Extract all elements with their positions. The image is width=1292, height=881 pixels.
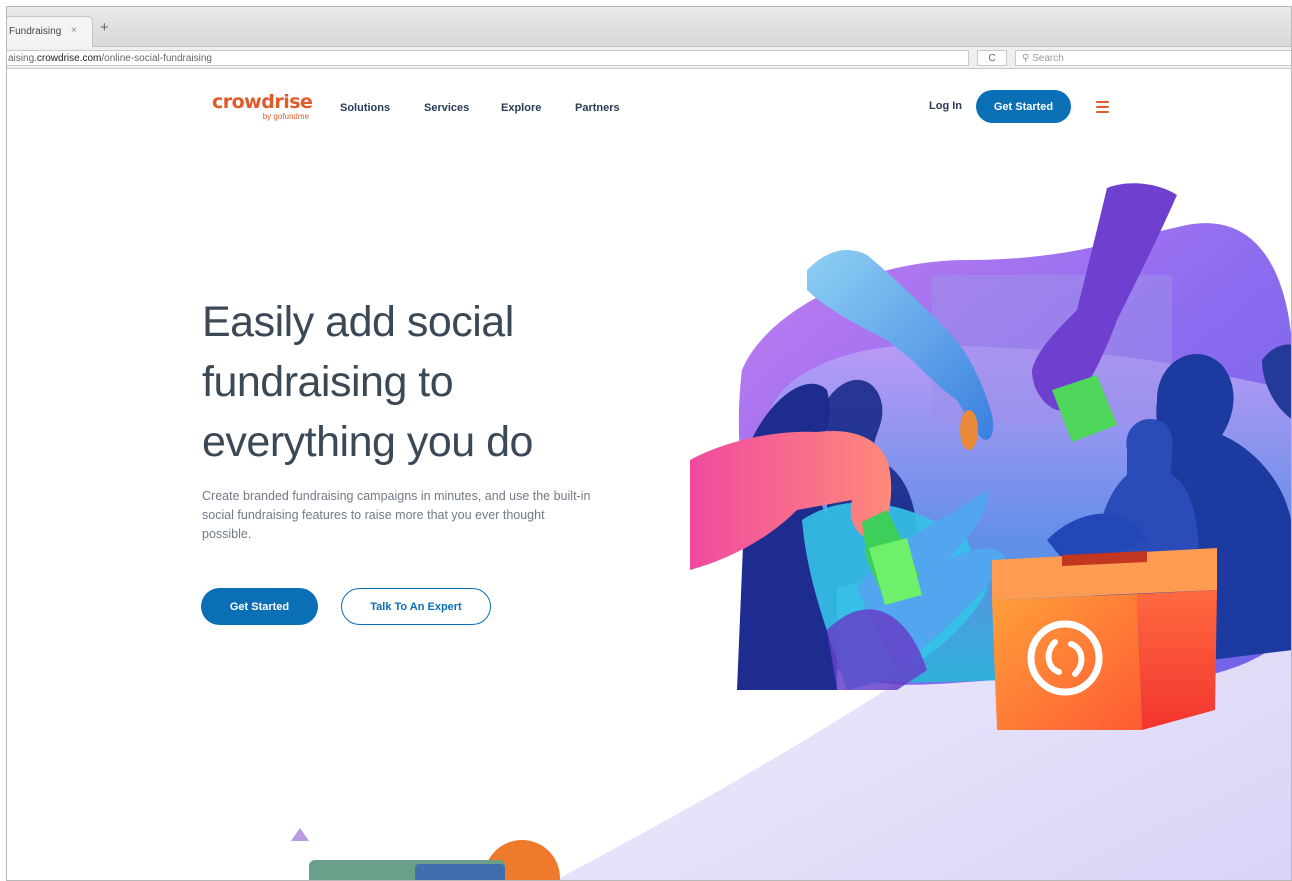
blue-arm bbox=[807, 250, 994, 440]
purple-arm bbox=[1032, 183, 1177, 411]
donation-box-front bbox=[992, 594, 1142, 730]
browser-tab[interactable]: Fundraising × bbox=[7, 16, 93, 47]
brand-logo[interactable]: crowdrise by gofundme bbox=[212, 91, 313, 121]
photo-card bbox=[309, 860, 505, 880]
person-silhouette-left bbox=[737, 383, 837, 690]
decorative-triangle bbox=[291, 828, 309, 841]
person-silhouette-left-2 bbox=[827, 379, 918, 590]
search-placeholder: Search bbox=[1032, 53, 1064, 64]
close-icon[interactable]: × bbox=[71, 25, 77, 36]
url-domain: crowdrise.com bbox=[36, 53, 102, 64]
url-prefix: aising. bbox=[8, 53, 37, 64]
login-link[interactable]: Log In bbox=[929, 100, 962, 112]
nav-partners[interactable]: Partners bbox=[575, 102, 620, 114]
nav-solutions[interactable]: Solutions bbox=[340, 102, 390, 114]
photo-card-inner bbox=[415, 864, 505, 880]
hero-illustration bbox=[291, 183, 1291, 880]
header-get-started-button[interactable]: Get Started bbox=[976, 90, 1071, 123]
person-silhouette-edge bbox=[1262, 344, 1291, 419]
talk-to-expert-button[interactable]: Talk To An Expert bbox=[341, 588, 491, 625]
logo-wordmark: crowdrise bbox=[212, 91, 313, 113]
tab-bar: Fundraising × + bbox=[7, 7, 1291, 47]
tab-title: Fundraising bbox=[9, 26, 62, 37]
open-hand-purple bbox=[827, 609, 927, 690]
hero-get-started-button[interactable]: Get Started bbox=[201, 588, 318, 625]
hero-title: Easily add social fundraising to everyth… bbox=[202, 298, 533, 466]
reload-icon[interactable]: C bbox=[977, 50, 1007, 66]
open-hand-blue bbox=[857, 490, 1007, 670]
banknote-green-right bbox=[1052, 375, 1117, 442]
url-input[interactable]: aising.crowdrise.com/online-social-fundr… bbox=[7, 50, 969, 66]
coin bbox=[960, 410, 978, 450]
new-tab-button[interactable]: + bbox=[100, 19, 109, 36]
address-toolbar: aising.crowdrise.com/online-social-fundr… bbox=[7, 47, 1291, 69]
open-hand-cyan bbox=[802, 502, 987, 690]
banknote-green-left-2 bbox=[869, 538, 922, 605]
browser-window: Fundraising × + aising.crowdrise.com/onl… bbox=[6, 6, 1292, 881]
nav-explore[interactable]: Explore bbox=[501, 102, 541, 114]
url-path: /online-social-fundraising bbox=[101, 53, 212, 64]
hamburger-menu-icon[interactable] bbox=[1096, 101, 1109, 113]
hero-description: Create branded fundraising campaigns in … bbox=[202, 489, 591, 541]
donation-box-slot bbox=[1062, 551, 1147, 566]
web-page: crowdrise by gofundme Solutions Services… bbox=[7, 70, 1291, 880]
illustration-blob bbox=[738, 223, 1291, 685]
search-icon: ⚲ bbox=[1022, 53, 1030, 64]
reaching-hand-right bbox=[1047, 513, 1147, 590]
donation-box-side bbox=[1137, 590, 1217, 730]
logo-subtitle: by gofundme bbox=[262, 112, 309, 121]
gofundme-logo-icon bbox=[1027, 620, 1103, 696]
banknote-green-left bbox=[862, 510, 919, 605]
donation-box-lid bbox=[992, 548, 1217, 600]
decorative-orange-circle bbox=[484, 840, 560, 880]
background-wave bbox=[555, 520, 1291, 880]
nav-services[interactable]: Services bbox=[424, 102, 469, 114]
person-silhouette-right-2 bbox=[1093, 419, 1199, 630]
search-input[interactable]: ⚲ Search bbox=[1015, 50, 1291, 66]
person-silhouette-right bbox=[1123, 354, 1291, 670]
background-screen bbox=[932, 275, 1172, 425]
illustration-scene bbox=[764, 344, 1291, 683]
pink-arm bbox=[690, 430, 892, 570]
